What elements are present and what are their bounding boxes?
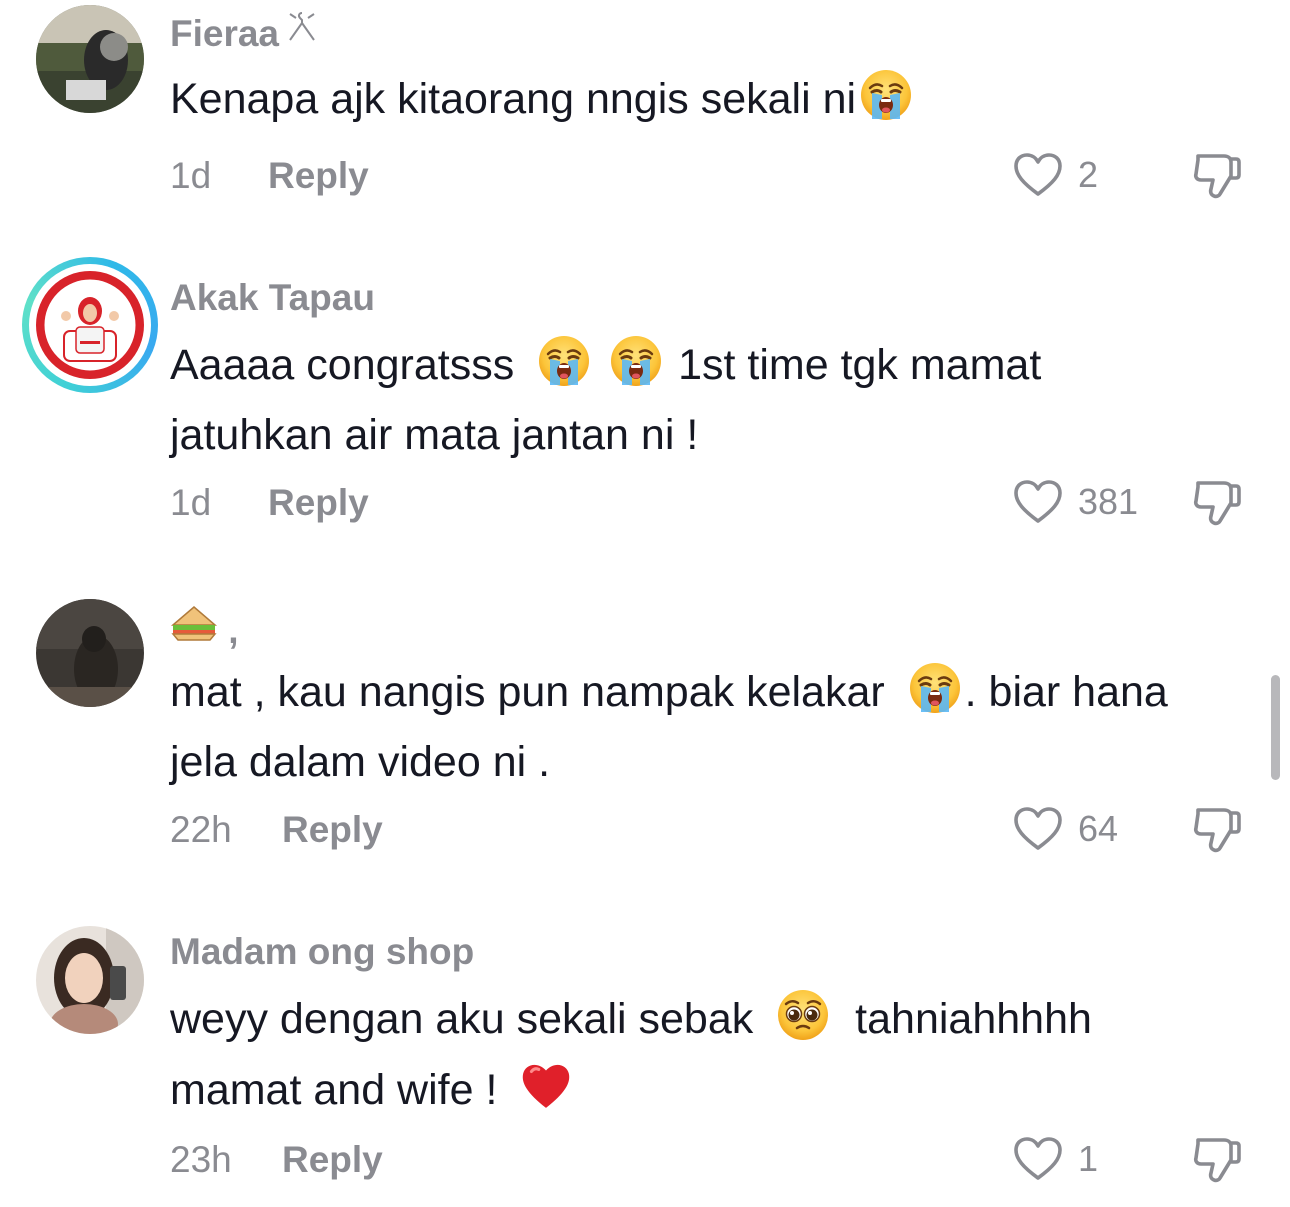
hanger-icon (287, 10, 317, 53)
red-heart-emoji (519, 1058, 573, 1129)
avatar[interactable] (22, 257, 158, 393)
avatar-image (36, 5, 144, 113)
comment-meta: 1d Reply (170, 155, 369, 197)
avatar-image (36, 271, 144, 379)
dislike-button[interactable] (1190, 1132, 1244, 1186)
avatar[interactable] (36, 599, 144, 707)
timestamp: 22h (170, 809, 232, 850)
scrollbar[interactable] (1271, 675, 1280, 780)
like-button[interactable]: 2 (1013, 150, 1098, 200)
avatar[interactable] (36, 5, 144, 113)
reply-button[interactable]: Reply (268, 482, 369, 524)
comment-text: Kenapa ajk kitaorang nngis sekali ni (170, 68, 1260, 138)
like-count: 381 (1078, 481, 1139, 522)
timestamp: 23h (170, 1139, 232, 1180)
comment-meta: 23h Reply (170, 1139, 383, 1181)
timestamp: 1d (170, 482, 212, 523)
reply-button[interactable]: Reply (282, 809, 383, 851)
comment-meta: 1d Reply (170, 482, 369, 524)
thumbs-down-icon (1190, 475, 1244, 529)
crying-emoji (610, 335, 662, 404)
thumbs-down-icon (1190, 802, 1244, 856)
crying-emoji (909, 662, 961, 731)
reply-button[interactable]: Reply (268, 155, 369, 197)
pleading-emoji (777, 989, 829, 1058)
heart-icon (1013, 1136, 1063, 1182)
dislike-button[interactable] (1190, 802, 1244, 856)
avatar[interactable] (36, 926, 144, 1034)
username[interactable]: , (170, 603, 239, 652)
like-button[interactable]: 1 (1013, 1134, 1098, 1184)
like-count: 64 (1078, 808, 1119, 849)
comment-meta: 22h Reply (170, 809, 383, 851)
comment-text: weyy dengan aku sekali sebak tahniahhhhh… (170, 988, 1260, 1129)
timestamp: 1d (170, 155, 212, 196)
dislike-button[interactable] (1190, 475, 1244, 529)
like-count: 2 (1078, 154, 1099, 195)
comment-text: Aaaaa congratsss 1st time tgk mamat jatu… (170, 334, 1260, 466)
like-count: 1 (1078, 1138, 1099, 1179)
heart-icon (1013, 152, 1063, 198)
username[interactable]: Madam ong shop (170, 931, 474, 973)
avatar-image (36, 926, 144, 1034)
like-button[interactable]: 64 (1013, 804, 1118, 854)
dislike-button[interactable] (1190, 148, 1244, 202)
sandwich-icon (170, 606, 228, 651)
heart-icon (1013, 479, 1063, 525)
username[interactable]: Fieraa (170, 10, 317, 55)
avatar-image (36, 599, 144, 707)
username[interactable]: Akak Tapau (170, 277, 375, 319)
like-button[interactable]: 381 (1013, 477, 1138, 527)
thumbs-down-icon (1190, 1132, 1244, 1186)
heart-icon (1013, 806, 1063, 852)
comment-text: mat , kau nangis pun nampak kelakar . bi… (170, 661, 1260, 793)
crying-emoji (538, 335, 590, 404)
reply-button[interactable]: Reply (282, 1139, 383, 1181)
thumbs-down-icon (1190, 148, 1244, 202)
crying-emoji (860, 69, 912, 138)
